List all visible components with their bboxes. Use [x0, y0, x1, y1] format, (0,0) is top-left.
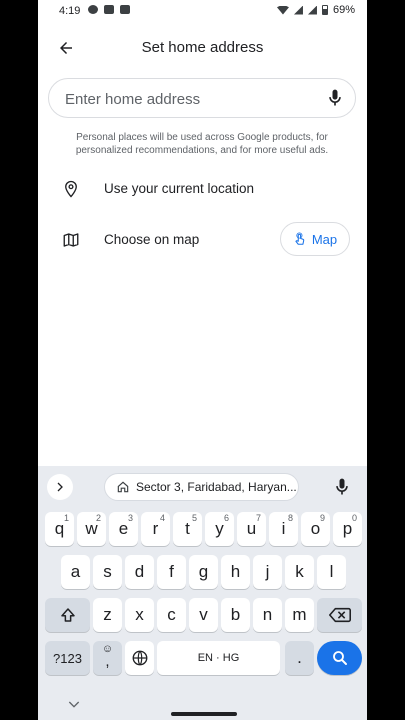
key-w[interactable]: w2: [77, 512, 106, 546]
status-time: 4:19: [59, 5, 81, 17]
key-number-hint: 6: [223, 513, 229, 523]
mic-icon[interactable]: [332, 476, 352, 498]
navigation-bar: [38, 692, 367, 720]
battery-percent: 69%: [332, 4, 355, 16]
period-key[interactable]: .: [285, 641, 314, 675]
key-e[interactable]: e3: [109, 512, 138, 546]
key-number-hint: 8: [287, 513, 293, 523]
key-number-hint: 3: [127, 513, 133, 523]
key-i[interactable]: i8: [269, 512, 298, 546]
signal-icon: [307, 5, 317, 15]
system-icons: 69%: [276, 4, 355, 16]
key-x[interactable]: x: [125, 598, 154, 632]
touch-icon: [295, 232, 305, 245]
key-letter: y: [215, 519, 224, 538]
key-k[interactable]: k: [285, 555, 314, 589]
key-y[interactable]: y6: [205, 512, 234, 546]
use-current-location-label: Use your current location: [104, 181, 255, 196]
key-number-hint: 5: [191, 513, 197, 523]
key-q[interactable]: q1: [45, 512, 74, 546]
on-screen-keyboard: Sector 3, Faridabad, Haryan... q1 w2 e3 …: [38, 466, 367, 720]
key-a[interactable]: a: [61, 555, 90, 589]
address-input[interactable]: [65, 88, 315, 110]
backspace-key[interactable]: [317, 598, 362, 632]
key-f[interactable]: f: [157, 555, 186, 589]
space-key[interactable]: EN · HG: [157, 641, 280, 675]
keyboard-suggestion-row: Sector 3, Faridabad, Haryan...: [38, 466, 367, 508]
status-bar: 4:19 69%: [38, 0, 367, 24]
address-field[interactable]: [48, 78, 356, 118]
search-icon: [332, 651, 347, 665]
key-letter: i: [281, 519, 286, 538]
chevron-down-icon[interactable]: [66, 696, 82, 712]
map-button-label: Map: [311, 231, 338, 247]
key-d[interactable]: d: [125, 555, 154, 589]
emoji-key[interactable]: ☺ ,: [93, 641, 122, 675]
location-pin-icon: [65, 180, 77, 198]
key-h[interactable]: h: [221, 555, 250, 589]
phone-screen: 4:19 69% Set home address Personal place: [38, 0, 367, 720]
key-number-hint: 9: [319, 513, 325, 523]
key-c[interactable]: c: [157, 598, 186, 632]
battery-icon: [321, 5, 328, 15]
key-letter: q: [54, 519, 65, 538]
choose-on-map-label: Choose on map: [104, 232, 200, 247]
key-number-hint: 7: [255, 513, 261, 523]
page-title: Set home address: [141, 39, 264, 56]
key-n[interactable]: n: [253, 598, 282, 632]
key-b[interactable]: b: [221, 598, 250, 632]
key-letter: u: [246, 519, 257, 538]
key-g[interactable]: g: [189, 555, 218, 589]
shift-icon: [60, 608, 75, 622]
key-letter: t: [185, 519, 190, 538]
home-icon: [117, 481, 129, 493]
globe-icon: [132, 650, 147, 666]
address-suggestion-text: Sector 3, Faridabad, Haryan...: [136, 480, 297, 494]
notification-icons: [88, 5, 130, 14]
key-u[interactable]: u7: [237, 512, 266, 546]
key-o[interactable]: o9: [301, 512, 330, 546]
comma-label: ,: [105, 653, 110, 670]
map-icon: [63, 233, 79, 247]
chevron-right-icon: [57, 482, 63, 492]
signal-icon: [293, 5, 303, 15]
key-t[interactable]: t5: [173, 512, 202, 546]
key-m[interactable]: m: [285, 598, 314, 632]
key-letter: e: [118, 519, 129, 538]
key-j[interactable]: j: [253, 555, 282, 589]
language-key[interactable]: [125, 641, 154, 675]
shift-key[interactable]: [45, 598, 90, 632]
whatsapp-icon: [88, 5, 98, 14]
app-header: Set home address: [38, 32, 367, 64]
key-s[interactable]: s: [93, 555, 122, 589]
mic-icon[interactable]: [325, 88, 345, 108]
key-p[interactable]: p0: [333, 512, 362, 546]
privacy-disclaimer: Personal places will be used across Goog…: [75, 132, 329, 156]
key-v[interactable]: v: [189, 598, 218, 632]
choose-on-map-option[interactable]: Choose on map Map: [38, 222, 367, 258]
key-letter: o: [310, 519, 321, 538]
key-number-hint: 1: [63, 513, 69, 523]
key-letter: r: [152, 519, 159, 538]
address-suggestion-chip[interactable]: Sector 3, Faridabad, Haryan...: [104, 473, 299, 501]
symbols-key[interactable]: ?123: [45, 641, 90, 675]
key-l[interactable]: l: [317, 555, 346, 589]
key-number-hint: 2: [95, 513, 101, 523]
key-number-hint: 4: [159, 513, 165, 523]
key-letter: p: [342, 519, 353, 538]
keyboard-expand-button[interactable]: [47, 474, 73, 500]
message-icon: [120, 5, 130, 14]
key-number-hint: 0: [351, 513, 357, 523]
video-call-icon: [104, 5, 114, 14]
backspace-icon: [328, 607, 351, 623]
wifi-icon: [276, 5, 289, 15]
home-gesture-pill[interactable]: [171, 712, 237, 716]
map-button[interactable]: Map: [280, 222, 350, 256]
key-z[interactable]: z: [93, 598, 122, 632]
use-current-location-option[interactable]: Use your current location: [38, 171, 367, 207]
key-r[interactable]: r4: [141, 512, 170, 546]
search-enter-key[interactable]: [317, 641, 362, 675]
